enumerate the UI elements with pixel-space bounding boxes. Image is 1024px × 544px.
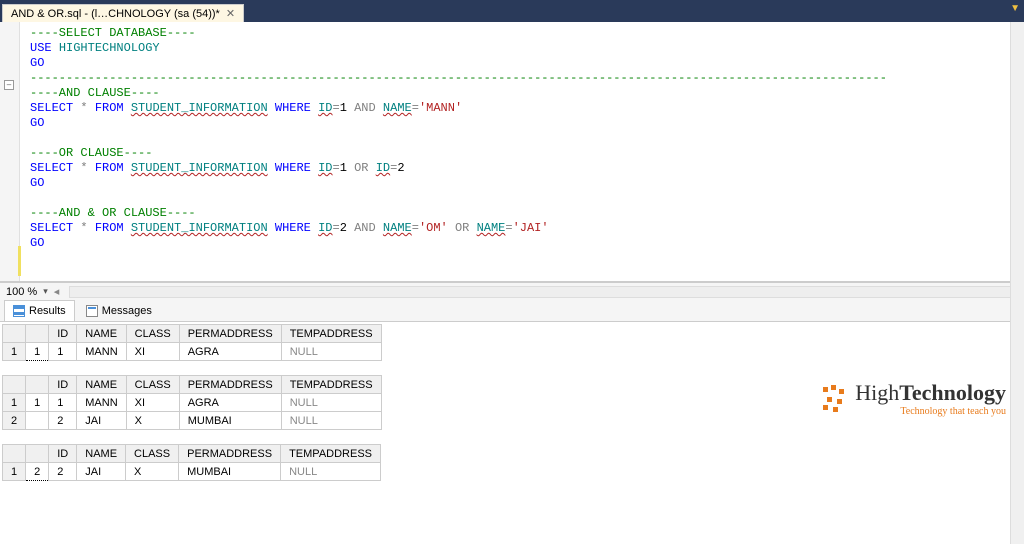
col-header[interactable]: CLASS	[126, 325, 179, 343]
wm-sub: Technology that teach you	[855, 406, 1006, 417]
hscrollbar[interactable]	[69, 286, 1018, 298]
zoom-level[interactable]: 100 %	[6, 286, 37, 298]
tab-overflow-icon[interactable]: ▼	[1010, 3, 1020, 14]
messages-icon	[86, 305, 98, 317]
result-grid[interactable]: IDNAMECLASSPERMADDRESSTEMPADDRESS111MANN…	[2, 324, 382, 361]
col-header[interactable]: NAME	[77, 445, 126, 463]
col-header[interactable]: NAME	[77, 376, 126, 394]
change-marker	[18, 246, 21, 276]
vscrollbar[interactable]	[1010, 22, 1024, 544]
result-grid[interactable]: IDNAMECLASSPERMADDRESSTEMPADDRESS111MANN…	[2, 375, 382, 430]
tab-title: AND & OR.sql - (l…CHNOLOGY (sa (54))*	[11, 8, 220, 20]
col-header[interactable]: PERMADDRESS	[179, 376, 281, 394]
zoom-bar: 100 % ▾ ◂	[0, 282, 1024, 300]
col-header[interactable]: ID	[49, 325, 77, 343]
code-area[interactable]: ----SELECT DATABASE----USE HIGHTECHNOLOG…	[20, 22, 1024, 281]
col-header[interactable]: NAME	[77, 325, 126, 343]
wm-main2: Technology	[899, 380, 1006, 405]
col-header[interactable]: ID	[49, 445, 77, 463]
table-row[interactable]: 122JAIXMUMBAINULL	[3, 463, 381, 481]
pane-tabs: Results Messages	[0, 300, 1024, 322]
table-row[interactable]: 111MANNXIAGRANULL	[3, 394, 382, 412]
chevron-down-icon[interactable]: ▾	[43, 286, 48, 297]
tab-messages-label: Messages	[102, 305, 152, 317]
col-header[interactable]: ID	[49, 376, 77, 394]
col-header[interactable]: PERMADDRESS	[179, 445, 281, 463]
file-tab[interactable]: AND & OR.sql - (l…CHNOLOGY (sa (54))* ✕	[2, 4, 244, 22]
close-icon[interactable]: ✕	[226, 7, 235, 20]
tab-results[interactable]: Results	[4, 300, 75, 321]
gutter: –	[0, 22, 20, 281]
col-header[interactable]: CLASS	[126, 445, 179, 463]
results-grids[interactable]: IDNAMECLASSPERMADDRESSTEMPADDRESS111MANN…	[0, 322, 1024, 544]
hscroll-left[interactable]: ◂	[54, 285, 60, 298]
wm-main1: High	[855, 380, 899, 405]
result-grid[interactable]: IDNAMECLASSPERMADDRESSTEMPADDRESS122JAIX…	[2, 444, 381, 481]
tab-messages[interactable]: Messages	[77, 300, 161, 321]
col-header[interactable]: PERMADDRESS	[179, 325, 281, 343]
col-header[interactable]: CLASS	[126, 376, 179, 394]
col-header[interactable]: TEMPADDRESS	[281, 376, 381, 394]
table-row[interactable]: 111MANNXIAGRANULL	[3, 343, 382, 361]
fold-icon[interactable]: –	[4, 80, 14, 90]
tab-bar: AND & OR.sql - (l…CHNOLOGY (sa (54))* ✕ …	[0, 0, 1024, 22]
col-header[interactable]: TEMPADDRESS	[281, 445, 381, 463]
col-header[interactable]: TEMPADDRESS	[281, 325, 381, 343]
grid-icon	[13, 305, 25, 317]
results-pane: Results Messages IDNAMECLASSPERMADDRESST…	[0, 300, 1024, 544]
tab-results-label: Results	[29, 305, 66, 317]
editor[interactable]: – ----SELECT DATABASE----USE HIGHTECHNOL…	[0, 22, 1024, 282]
logo-icon	[821, 385, 849, 413]
table-row[interactable]: 22JAIXMUMBAINULL	[3, 412, 382, 430]
watermark: HighTechnology Technology that teach you	[821, 380, 1006, 417]
